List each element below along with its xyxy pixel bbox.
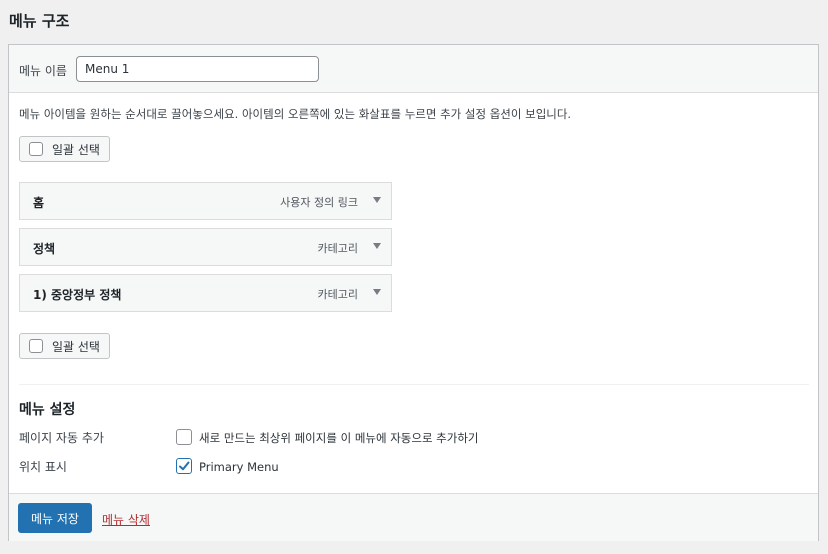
auto-add-checkbox[interactable] [176, 429, 192, 445]
primary-menu-checkbox[interactable] [176, 458, 192, 474]
delete-menu-link[interactable]: 메뉴 삭제 [102, 511, 150, 528]
menu-item-title: 1) 중앙정부 정책 [33, 288, 122, 302]
menu-name-bar: 메뉴 이름 [9, 45, 818, 93]
menu-item-type: 사용자 정의 링크 [280, 196, 358, 209]
expand-arrow-icon[interactable] [373, 197, 381, 203]
menu-name-label: 메뉴 이름 [19, 64, 67, 78]
menu-item-policy[interactable]: 정책 카테고리 [19, 228, 392, 266]
menu-instructions: 메뉴 아이템을 원하는 순서대로 끌어놓으세요. 아이템의 오른쪽에 있는 화살… [19, 107, 572, 121]
bulk-select-checkbox[interactable] [29, 142, 43, 156]
menu-item-title: 홈 [33, 196, 45, 210]
bulk-select-label: 일괄 선택 [52, 142, 100, 157]
bulk-select-button-top[interactable]: 일괄 선택 [19, 136, 110, 162]
auto-add-label: 페이지 자동 추가 [19, 431, 104, 445]
menu-item-central-policy[interactable]: 1) 중앙정부 정책 카테고리 [19, 274, 392, 312]
location-label: 위치 표시 [19, 460, 67, 474]
bulk-select-label: 일괄 선택 [52, 339, 100, 354]
section-divider [19, 384, 809, 385]
save-menu-button[interactable]: 메뉴 저장 [18, 503, 92, 533]
checkmark-icon [179, 461, 190, 471]
page-title: 메뉴 구조 [9, 12, 70, 30]
menu-item-type: 카테고리 [317, 242, 358, 255]
menu-item-title: 정책 [33, 242, 56, 256]
menu-item-home[interactable]: 홈 사용자 정의 링크 [19, 182, 392, 220]
menu-settings-title: 메뉴 설정 [19, 402, 76, 418]
bulk-select-button-bottom[interactable]: 일괄 선택 [19, 333, 110, 359]
auto-add-option-text: 새로 만드는 최상위 페이지를 이 메뉴에 자동으로 추가하기 [199, 431, 479, 445]
bulk-select-checkbox[interactable] [29, 339, 43, 353]
menu-name-input[interactable] [76, 56, 319, 82]
menu-structure-panel: 메뉴 이름 메뉴 아이템을 원하는 순서대로 끌어놓으세요. 아이템의 오른쪽에… [8, 44, 819, 541]
expand-arrow-icon[interactable] [373, 243, 381, 249]
primary-menu-text: Primary Menu [199, 460, 279, 474]
menu-item-type: 카테고리 [317, 288, 358, 301]
expand-arrow-icon[interactable] [373, 289, 381, 295]
menu-footer: 메뉴 저장 메뉴 삭제 [9, 493, 818, 541]
